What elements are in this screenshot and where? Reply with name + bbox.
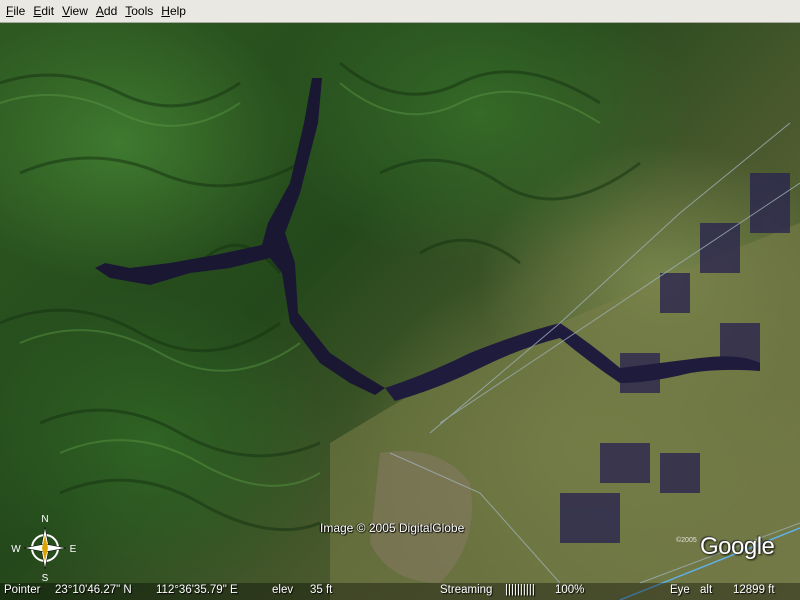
logo-copyright: ©2005 [676,537,697,544]
compass-south-label: S [42,573,49,583]
streaming-percent: 100% [555,584,585,596]
menu-edit[interactable]: Edit [29,2,58,20]
menu-view[interactable]: View [58,2,92,20]
map-viewport[interactable]: Image © 2005 DigitalGlobe ©2005 Google N… [0,23,800,600]
compass-west-label: W [11,544,21,555]
compass-rose[interactable]: N S E W [10,513,80,583]
pointer-longitude: 112°36'35.79" E [156,584,238,596]
google-logo: Google [700,533,775,560]
elevation-label: elev [272,584,294,596]
menu-help[interactable]: Help [157,2,190,20]
pointer-label: Pointer [4,584,41,596]
streaming-label: Streaming [440,584,493,596]
eye-label: Eye [670,584,690,596]
pointer-latitude: 23°10'46.27" N [55,584,132,596]
elevation-value: 35 ft [310,584,333,596]
menu-file[interactable]: File [2,2,29,20]
altitude-label: alt [700,584,713,596]
menu-bar: File Edit View Add Tools Help [0,0,800,23]
status-bar: Pointer 23°10'46.27" N 112°36'35.79" E e… [0,583,800,600]
satellite-terrain [0,61,800,600]
menu-add[interactable]: Add [92,2,121,20]
compass-north-label: N [41,514,48,525]
streaming-progress: |||||||||| [505,584,535,596]
imagery-credit: Image © 2005 DigitalGlobe [320,521,465,535]
menu-tools[interactable]: Tools [121,2,157,20]
compass-east-label: E [70,544,77,555]
altitude-value: 12899 ft [733,584,775,596]
reservoir [95,78,385,395]
